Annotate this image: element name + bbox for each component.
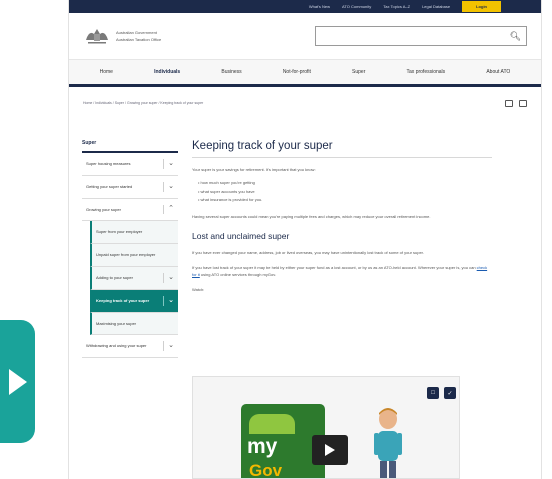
sidebar-title: Super: [82, 132, 178, 153]
sidebar-menu: Super Super housing measures ⌄ Getting y…: [82, 132, 178, 359]
sidebar-item-label: Withdrawing and using your super: [86, 343, 147, 349]
sidebar-item-label: Super housing measures: [86, 161, 131, 166]
utility-link-whats-new[interactable]: What's New: [309, 4, 330, 9]
nav-item-tax-professionals[interactable]: Tax professionals: [407, 69, 446, 75]
page-title: Keeping track of your super: [192, 132, 492, 158]
site-header: Australian Government Australian Taxatio…: [69, 13, 541, 59]
watch-label: Watch:: [192, 287, 205, 293]
utility-link-tax-topics[interactable]: Tax Topics A–Z: [383, 4, 410, 9]
mygov-logo-my: my: [247, 435, 278, 458]
ato-logo[interactable]: Australian Government Australian Taxatio…: [83, 25, 161, 47]
breadcrumb-row: Home / Individuals / Super / Growing you…: [69, 93, 541, 113]
play-icon: [325, 444, 335, 456]
utility-bar: What's New ATO Community Tax Topics A–Z …: [69, 0, 541, 13]
play-icon: [8, 368, 27, 395]
login-button[interactable]: Login: [462, 1, 501, 12]
sidebar-item-label: Growing your super: [86, 206, 121, 212]
fees-paragraph: Having several super accounts could mean…: [192, 213, 431, 219]
sidebar-item-label: Super from your employer: [96, 229, 143, 235]
nav-item-home[interactable]: Home: [100, 69, 113, 75]
coat-of-arms-icon: [83, 25, 111, 47]
sidebar-item-unpaid[interactable]: Unpaid super from your employer: [90, 244, 178, 267]
nav-item-not-for-profit[interactable]: Not-for-profit: [283, 69, 311, 75]
large-play-button[interactable]: [0, 320, 35, 443]
sidebar-item-label: Adding to your super: [96, 274, 133, 280]
held-account-paragraph: If you have lost track of your super it …: [192, 265, 488, 277]
lost-super-paragraph: If you have ever changed your name, addr…: [192, 249, 424, 255]
main-nav: Home Individuals Business Not-for-profit…: [69, 59, 541, 87]
sidebar-item-employer[interactable]: Super from your employer: [90, 221, 178, 245]
chevron-down-icon[interactable]: ⌄: [168, 341, 174, 351]
nav-item-business[interactable]: Business: [221, 69, 241, 75]
print-icon[interactable]: [519, 99, 527, 107]
gov-name: Australian Government: [116, 30, 157, 35]
sidebar-item-withdrawing[interactable]: Withdrawing and using your super ⌄: [82, 335, 178, 359]
sidebar-item-label: Keeping track of your super: [96, 297, 150, 303]
bullet-list: how much super you're getting what super…: [192, 179, 492, 204]
sidebar-item-label: Getting your super started: [86, 183, 133, 189]
utility-link-community[interactable]: ATO Community: [342, 4, 371, 9]
nav-item-about-ato[interactable]: About ATO: [486, 69, 510, 75]
search-input[interactable]: 🔍︎: [315, 26, 527, 46]
sidebar-item-adding[interactable]: Adding to your super ⌄: [90, 266, 178, 290]
breadcrumb[interactable]: Home / Individuals / Super / Growing you…: [83, 101, 203, 105]
main-content: Keeping track of your super Your super i…: [192, 132, 492, 294]
video-player[interactable]: □ ✓ my Gov: [192, 376, 460, 479]
section-heading: Lost and unclaimed super: [192, 230, 290, 241]
chevron-down-icon[interactable]: ⌄: [168, 296, 174, 306]
sidebar-item-keeping-track[interactable]: Keeping track of your super ⌄: [90, 289, 178, 313]
intro-text: Your super is your savings for retiremen…: [192, 167, 316, 172]
list-item: how much super you're getting: [198, 179, 492, 187]
chevron-down-icon[interactable]: ⌄: [168, 182, 174, 192]
sidebar-item-maximising[interactable]: Maximising your super: [90, 312, 178, 336]
mygov-logo-gov: Gov: [249, 461, 283, 479]
sidebar-item-getting-started[interactable]: Getting your super started ⌄: [82, 175, 178, 199]
email-icon[interactable]: [505, 99, 513, 107]
video-play-button[interactable]: [312, 435, 348, 465]
chevron-down-icon[interactable]: ⌄: [168, 273, 174, 283]
agency-name: Australian Taxation Office: [116, 37, 162, 42]
search-icon[interactable]: 🔍︎: [510, 31, 521, 42]
chevron-down-icon[interactable]: ⌄: [168, 159, 174, 169]
sidebar-item-growing[interactable]: Growing your super ⌃: [82, 198, 178, 222]
share-icon[interactable]: ✓: [444, 387, 456, 399]
subtitles-icon[interactable]: □: [427, 387, 439, 399]
utility-link-legal-database[interactable]: Legal Database: [422, 4, 450, 9]
nav-item-super[interactable]: Super: [352, 69, 365, 75]
sidebar-item-label: Unpaid super from your employer: [96, 252, 156, 258]
character-illustration: [368, 407, 408, 478]
list-item: what super accounts you have: [198, 188, 492, 196]
list-item: what insurance is provided for you.: [198, 196, 492, 204]
sidebar-item-super-housing[interactable]: Super housing measures ⌄: [82, 153, 178, 176]
chevron-up-icon[interactable]: ⌃: [168, 204, 174, 214]
nav-item-individuals[interactable]: Individuals: [154, 69, 180, 75]
sidebar-item-label: Maximising your super: [96, 320, 137, 326]
